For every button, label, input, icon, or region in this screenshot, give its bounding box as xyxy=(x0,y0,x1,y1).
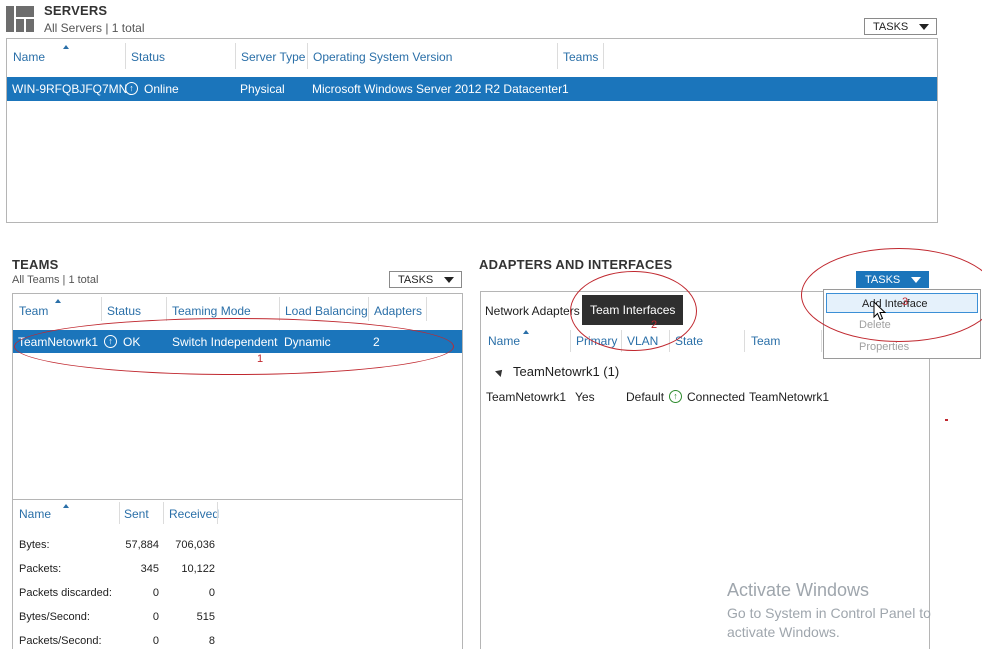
col-header-teams[interactable]: Teams xyxy=(563,50,598,64)
server-status: Online xyxy=(144,82,179,96)
col-header-name[interactable]: Name xyxy=(19,507,51,521)
column-divider xyxy=(163,502,164,524)
interface-name: TeamNetowrk1 xyxy=(486,390,567,404)
servers-table: Name Status Server Type Operating System… xyxy=(6,38,938,223)
annotation-ellipse-add-interface xyxy=(801,248,982,342)
interface-vlan: Default xyxy=(626,390,665,404)
red-dot-mark xyxy=(945,419,948,421)
servers-tasks-button[interactable]: TASKS xyxy=(864,18,937,35)
stat-label: Bytes/Second: xyxy=(19,611,90,623)
tasks-label: TASKS xyxy=(873,20,909,33)
column-divider xyxy=(166,297,167,321)
column-divider xyxy=(101,297,102,321)
teams-title: TEAMS xyxy=(12,257,59,272)
annotation-ellipse-team-row xyxy=(14,318,454,375)
col-header-team[interactable]: Team xyxy=(19,304,48,318)
column-divider xyxy=(557,43,558,69)
sort-ascending-icon xyxy=(63,504,69,508)
column-divider xyxy=(119,502,120,524)
col-header-name[interactable]: Name xyxy=(13,50,45,64)
col-header-received[interactable]: Received xyxy=(169,507,219,521)
column-divider xyxy=(744,330,745,352)
col-header-status[interactable]: Status xyxy=(107,304,141,318)
column-divider xyxy=(279,297,280,321)
annotation-number: 3 xyxy=(902,296,909,308)
col-header-os-version[interactable]: Operating System Version xyxy=(313,50,452,64)
column-divider xyxy=(368,297,369,321)
annotation-number: 1 xyxy=(257,353,264,365)
stat-label: Packets/Second: xyxy=(19,635,102,647)
stat-label: Bytes: xyxy=(19,539,50,551)
chevron-down-icon xyxy=(444,277,454,283)
stat-received: 8 xyxy=(208,635,215,647)
col-header-team[interactable]: Team xyxy=(751,334,780,348)
stat-sent: 0 xyxy=(152,587,159,599)
stats-table: Name Sent Received Bytes: 57,884 706,036… xyxy=(12,499,463,649)
activate-windows-watermark: Activate Windows xyxy=(727,580,870,600)
annotation-number: 2 xyxy=(651,319,658,331)
stat-sent: 0 xyxy=(152,635,159,647)
servers-title: SERVERS xyxy=(44,3,108,18)
server-teams: 1 xyxy=(562,82,569,96)
group-header[interactable]: TeamNetowrk1 (1) xyxy=(513,364,619,379)
status-up-arrow-icon: ↑ xyxy=(125,82,138,95)
servers-subtitle: All Servers | 1 total xyxy=(44,21,145,35)
interface-primary: Yes xyxy=(575,390,595,404)
column-divider xyxy=(217,502,218,524)
sort-ascending-icon xyxy=(523,330,529,334)
server-os: Microsoft Windows Server 2012 R2 Datacen… xyxy=(312,82,563,96)
stat-sent: 0 xyxy=(152,611,159,623)
col-header-sent[interactable]: Sent xyxy=(124,507,149,521)
sort-ascending-icon xyxy=(63,45,69,49)
server-name: WIN-9RFQBJFQ7MN xyxy=(12,82,128,96)
table-row[interactable]: WIN-9RFQBJFQ7MN ↑ Online Physical Micros… xyxy=(7,77,937,101)
column-divider xyxy=(603,43,604,69)
servers-icon xyxy=(6,6,34,32)
column-divider xyxy=(570,330,571,352)
col-header-teaming-mode[interactable]: Teaming Mode xyxy=(172,304,251,318)
tasks-label: TASKS xyxy=(398,273,434,286)
activate-windows-line3: activate Windows. xyxy=(727,624,840,640)
annotation-ellipse-team-interfaces-tab xyxy=(570,271,697,351)
interface-team: TeamNetowrk1 xyxy=(749,390,830,404)
col-header-load-balancing[interactable]: Load Balancing xyxy=(285,304,368,318)
col-header-name[interactable]: Name xyxy=(488,334,520,348)
teams-subtitle: All Teams | 1 total xyxy=(12,274,99,286)
table-row[interactable]: TeamNetowrk1 Yes Default ↑ Connected Tea… xyxy=(481,388,929,408)
stat-sent: 345 xyxy=(140,563,159,575)
teams-tasks-button[interactable]: TASKS xyxy=(389,271,462,288)
col-header-server-type[interactable]: Server Type xyxy=(241,50,305,64)
column-divider xyxy=(426,297,427,321)
stat-label: Packets: xyxy=(19,563,62,575)
activate-windows-line2: Go to System in Control Panel to xyxy=(727,605,931,621)
chevron-down-icon xyxy=(919,24,929,30)
stat-label: Packets discarded: xyxy=(19,587,112,599)
column-divider xyxy=(125,43,126,69)
col-header-status[interactable]: Status xyxy=(131,50,165,64)
stat-received: 10,122 xyxy=(181,563,215,575)
tab-network-adapters[interactable]: Network Adapters xyxy=(485,304,580,318)
column-divider xyxy=(821,330,822,352)
stat-received: 0 xyxy=(208,587,215,599)
status-up-arrow-icon: ↑ xyxy=(669,390,682,403)
group-expander-icon[interactable] xyxy=(495,367,505,377)
adapters-title: ADAPTERS AND INTERFACES xyxy=(479,257,673,272)
stat-sent: 57,884 xyxy=(125,539,159,551)
stat-received: 706,036 xyxy=(175,539,215,551)
sort-ascending-icon xyxy=(55,299,61,303)
col-header-adapters[interactable]: Adapters xyxy=(374,304,422,318)
column-divider xyxy=(307,43,308,69)
column-divider xyxy=(235,43,236,69)
server-type: Physical xyxy=(240,82,285,96)
stat-received: 515 xyxy=(196,611,215,623)
interface-state: Connected xyxy=(687,390,746,404)
